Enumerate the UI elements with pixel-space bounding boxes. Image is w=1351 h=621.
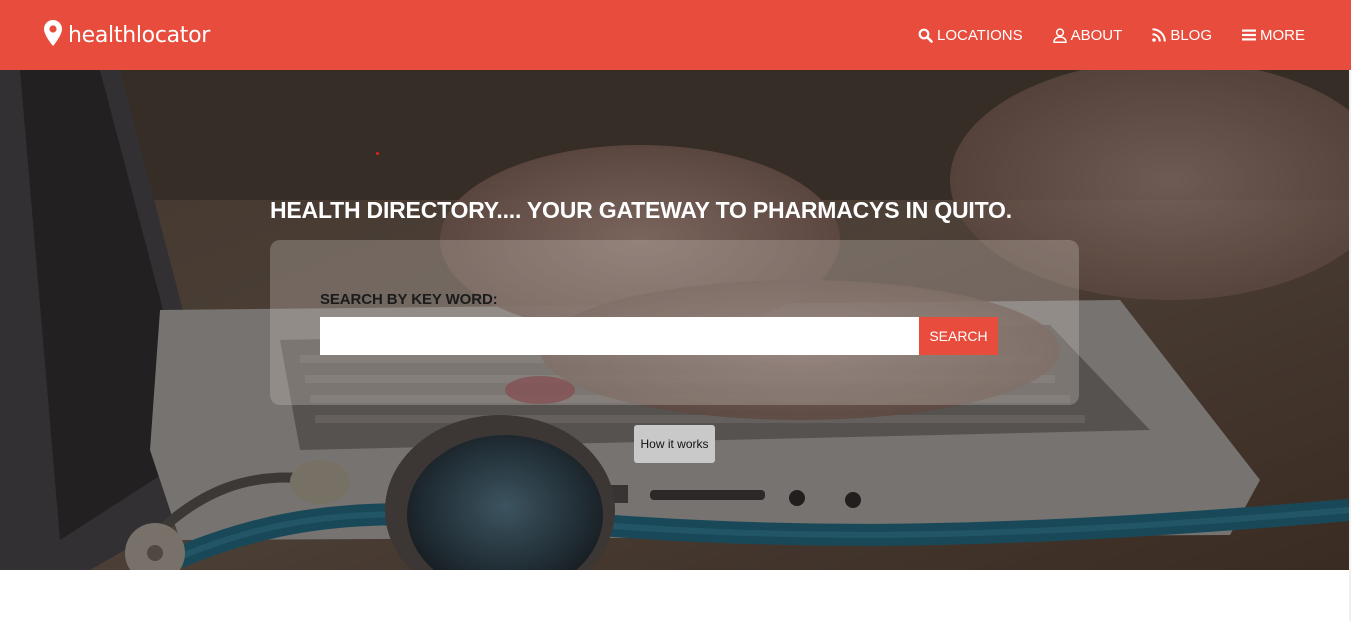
search-panel: SEARCH BY KEY WORD: SEARCH: [270, 240, 1079, 405]
nav-item-label: BLOG: [1170, 26, 1212, 44]
page-content-area: [0, 570, 1351, 621]
nav-item-locations[interactable]: LOCATIONS: [918, 27, 1023, 44]
search-button[interactable]: SEARCH: [919, 317, 998, 355]
nav-item-more[interactable]: MORE: [1242, 27, 1305, 44]
rss-icon: [1152, 28, 1167, 42]
nav-item-label: ABOUT: [1070, 26, 1123, 44]
menu-icon: [1242, 29, 1256, 41]
search-input[interactable]: [320, 317, 919, 355]
search-icon: [918, 28, 933, 43]
how-it-works-button[interactable]: How it works: [634, 425, 715, 463]
hero-headline: HEALTH DIRECTORY.... YOUR GATEWAY TO PHA…: [270, 197, 1012, 223]
nav-item-label: MORE: [1260, 26, 1305, 44]
top-navbar: healthlocator LOCATIONS ABOUT BLOG MORE: [0, 0, 1351, 70]
hero-section: HEALTH DIRECTORY.... YOUR GATEWAY TO PHA…: [0, 70, 1349, 570]
brand-logo[interactable]: healthlocator: [44, 19, 211, 51]
brand-name: healthlocator: [68, 22, 211, 48]
nav-item-blog[interactable]: BLOG: [1152, 27, 1212, 44]
decorative-dot: [376, 152, 379, 155]
nav-menu: LOCATIONS ABOUT BLOG MORE: [918, 27, 1305, 44]
nav-item-about[interactable]: ABOUT: [1052, 26, 1123, 44]
user-icon: [1052, 27, 1067, 43]
search-label: SEARCH BY KEY WORD:: [320, 291, 498, 308]
map-pin-icon: [44, 19, 62, 51]
nav-item-label: LOCATIONS: [937, 26, 1023, 44]
